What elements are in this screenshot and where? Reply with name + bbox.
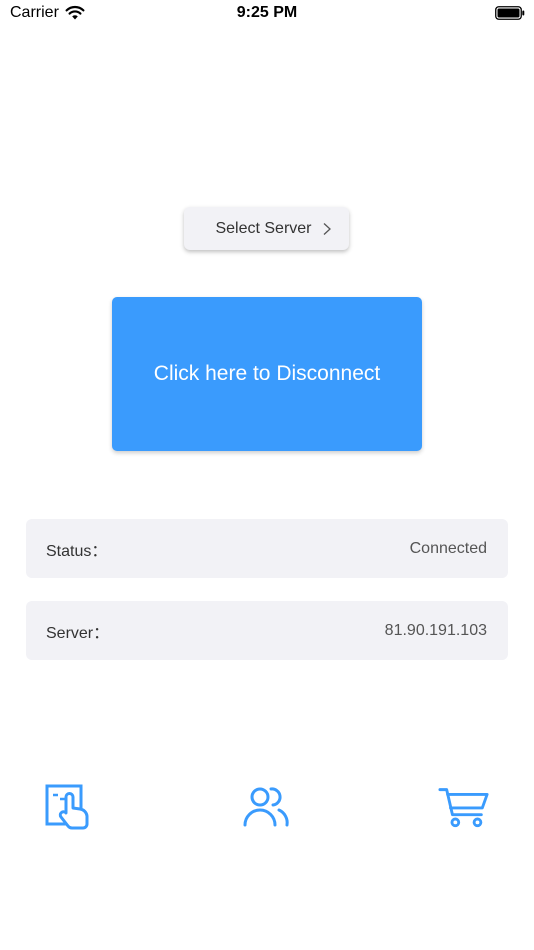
chevron-right-icon xyxy=(323,222,331,235)
tab-cart[interactable] xyxy=(438,782,490,830)
tab-users[interactable] xyxy=(240,782,292,830)
battery-icon xyxy=(495,6,525,20)
status-label: Status： xyxy=(46,542,108,560)
status-row: Status： Connected xyxy=(26,519,508,578)
touch-screen-icon xyxy=(45,784,89,830)
select-server-button[interactable]: Select Server xyxy=(184,207,349,250)
tab-touch[interactable] xyxy=(44,782,96,830)
clock: 9:25 PM xyxy=(236,4,298,21)
status-bar: Carrier 9:25 PM xyxy=(0,0,534,28)
status-value: Connected xyxy=(409,539,487,557)
select-server-label: Select Server xyxy=(215,219,312,237)
server-label: Server： xyxy=(46,624,110,642)
server-value: 81.90.191.103 xyxy=(384,621,487,639)
cart-icon xyxy=(438,788,489,828)
screen: Carrier 9:25 PM Select Server Click here… xyxy=(0,0,534,950)
disconnect-button[interactable]: Click here to Disconnect xyxy=(112,297,422,451)
server-row: Server： 81.90.191.103 xyxy=(26,601,508,660)
users-icon xyxy=(243,787,289,827)
